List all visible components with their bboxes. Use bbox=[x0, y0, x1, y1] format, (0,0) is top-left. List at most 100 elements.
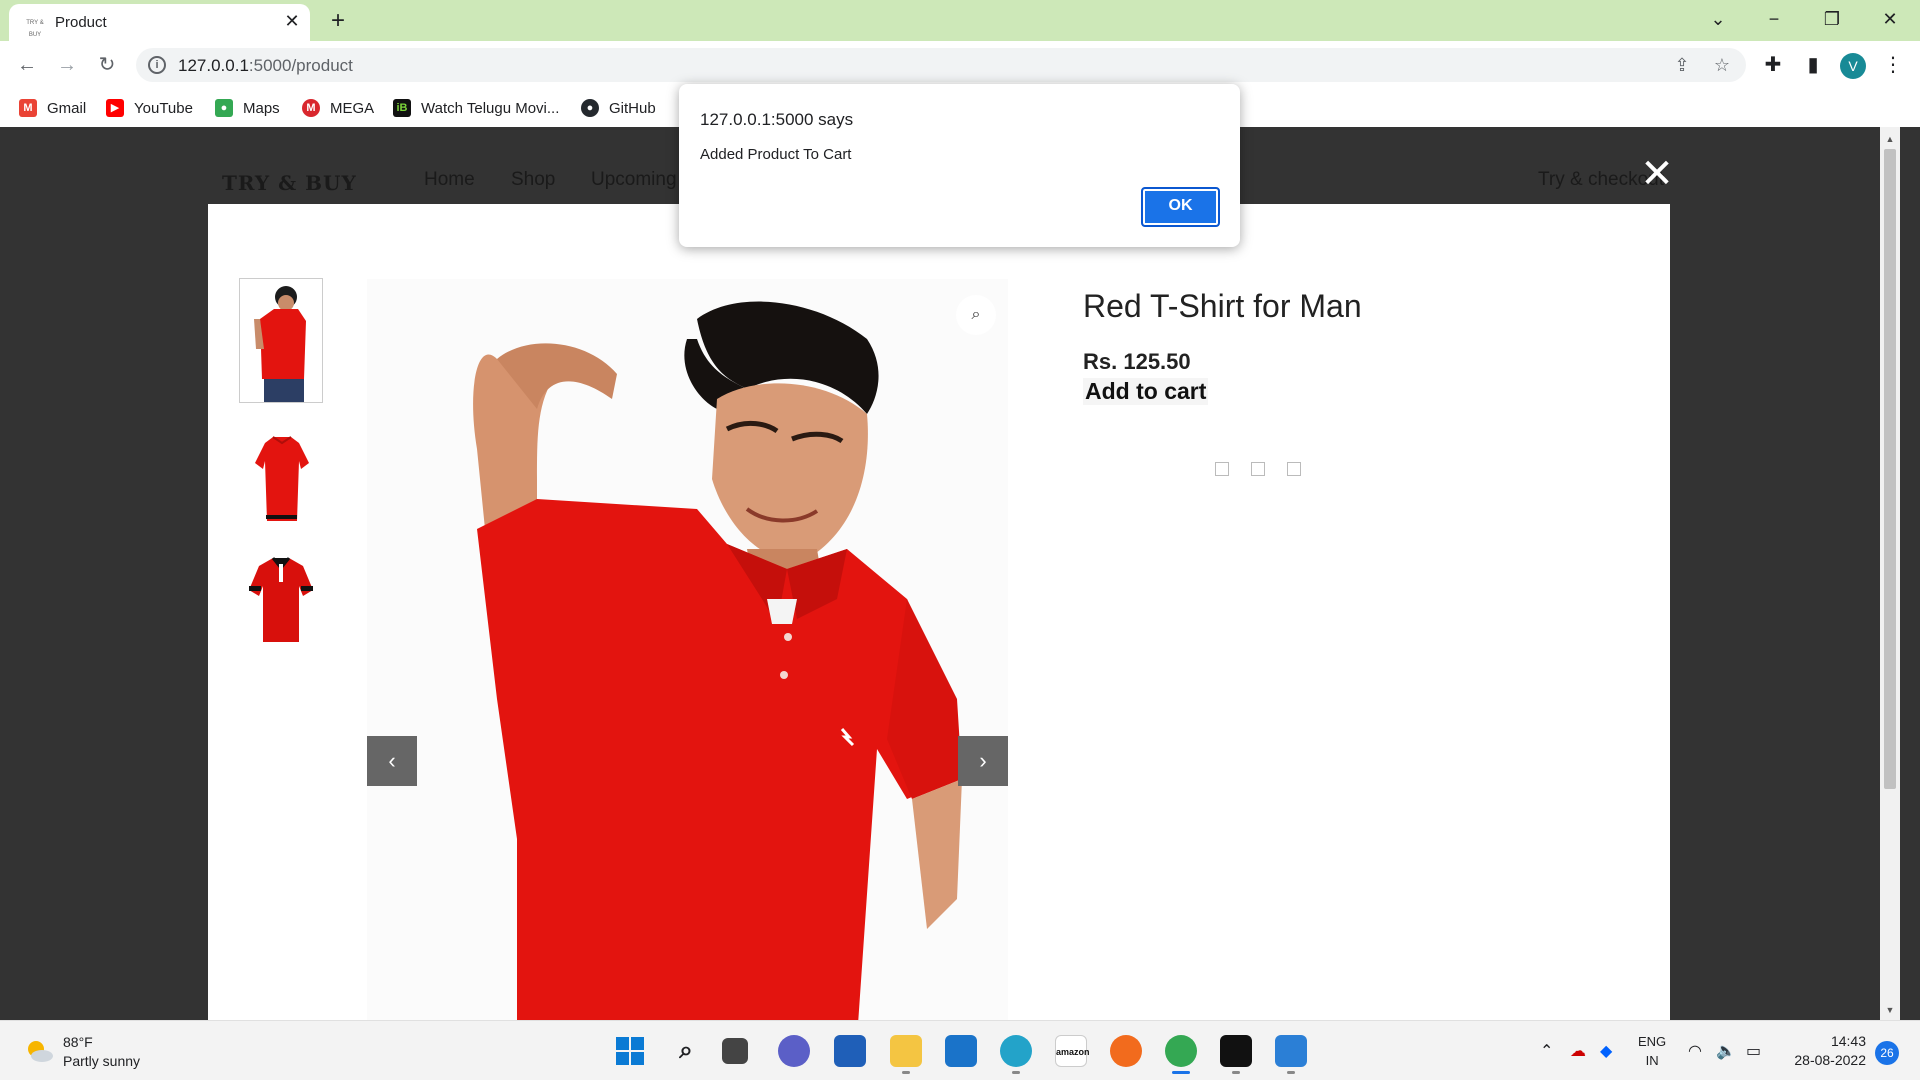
modal-close-icon[interactable]: ✕ bbox=[1640, 154, 1674, 194]
weather-description[interactable]: Partly sunny bbox=[63, 1053, 140, 1069]
product-price: Rs. 125.50 bbox=[1083, 349, 1191, 374]
share-facebook-icon[interactable] bbox=[1215, 462, 1229, 476]
clock-time: 14:43 bbox=[1830, 1033, 1866, 1049]
search-icon[interactable]: ⌕ bbox=[670, 1035, 702, 1067]
scrollbar-thumb[interactable] bbox=[1884, 149, 1896, 789]
tab-strip: TRY & BUY Product ✕ + ⌄ − ❐ ✕ bbox=[0, 0, 1920, 41]
product-thumbnail-1[interactable] bbox=[239, 278, 323, 403]
bookmark-label: MEGA bbox=[330, 99, 375, 117]
chrome-icon[interactable] bbox=[1165, 1035, 1197, 1067]
clock-date: 28-08-2022 bbox=[1794, 1052, 1866, 1068]
firefox-icon[interactable] bbox=[1110, 1035, 1142, 1067]
gmail-icon: M bbox=[19, 99, 37, 117]
product-thumbnail-3[interactable] bbox=[239, 524, 323, 649]
lang-code: ENG bbox=[1638, 1034, 1667, 1049]
bookmark-telugu-movies[interactable]: iB Watch Telugu Movi... bbox=[393, 97, 559, 119]
share-twitter-icon[interactable] bbox=[1251, 462, 1265, 476]
maps-icon: ● bbox=[215, 99, 233, 117]
address-bar[interactable]: i 127.0.0.1:5000/product ⇪ ☆ bbox=[136, 48, 1746, 82]
running-indicator bbox=[1012, 1071, 1020, 1074]
url-text: 127.0.0.1:5000/product bbox=[178, 56, 353, 76]
profile-avatar[interactable]: V bbox=[1840, 53, 1866, 79]
alert-message: Added Product To Cart bbox=[700, 146, 852, 163]
bookmark-gmail[interactable]: M Gmail bbox=[19, 97, 86, 119]
partly-sunny-icon[interactable] bbox=[24, 1037, 54, 1065]
zoom-icon[interactable]: ⌕ bbox=[956, 295, 996, 335]
bookmark-youtube[interactable]: ▶ YouTube bbox=[106, 97, 193, 119]
mail-icon[interactable] bbox=[945, 1035, 977, 1067]
windows-taskbar: 88°F Partly sunny ⌕ amazon ⌃ ☁ ◆ ENG IN … bbox=[0, 1020, 1920, 1080]
alert-ok-button[interactable]: OK bbox=[1141, 187, 1220, 227]
alert-title: 127.0.0.1:5000 says bbox=[700, 110, 854, 129]
model-red-tshirt-image bbox=[367, 279, 1008, 1020]
scroll-down-arrow-icon[interactable]: ▼ bbox=[1880, 1000, 1900, 1020]
active-indicator bbox=[1172, 1071, 1190, 1074]
running-indicator bbox=[902, 1071, 910, 1074]
ibomma-icon: iB bbox=[393, 99, 411, 117]
tab-close-icon[interactable]: ✕ bbox=[281, 10, 303, 32]
product-main-image: ⌕ ‹ › bbox=[367, 279, 1008, 1020]
add-to-cart-button[interactable]: Add to cart bbox=[1083, 378, 1209, 405]
back-button[interactable]: ← bbox=[12, 50, 42, 80]
javascript-alert-dialog: 127.0.0.1:5000 says Added Product To Car… bbox=[679, 84, 1240, 247]
wifi-icon[interactable]: ◠ bbox=[1688, 1041, 1702, 1061]
side-panel-icon[interactable]: ▮ bbox=[1798, 50, 1828, 80]
tab-favicon-icon: TRY & BUY bbox=[26, 20, 44, 38]
photos-icon[interactable] bbox=[1275, 1035, 1307, 1067]
site-info-icon[interactable]: i bbox=[148, 56, 166, 74]
bookmark-star-icon[interactable]: ☆ bbox=[1710, 54, 1734, 76]
new-tab-button[interactable]: + bbox=[324, 7, 352, 35]
bookmark-label: GitHub bbox=[609, 99, 656, 117]
minimize-button[interactable]: − bbox=[1752, 4, 1796, 34]
system-clock[interactable]: 14:43 28-08-2022 bbox=[1784, 1032, 1866, 1070]
bookmark-label: Watch Telugu Movi... bbox=[421, 99, 560, 117]
bookmark-label: YouTube bbox=[134, 99, 193, 117]
product-quickview-modal: ⌕ ‹ › Red T-Shirt for Man Rs. 125.50 Add… bbox=[208, 204, 1670, 1020]
thumbnail-shirt-back-image bbox=[239, 403, 323, 528]
input-language[interactable]: ENG IN bbox=[1638, 1032, 1666, 1070]
terminal-icon[interactable] bbox=[1220, 1035, 1252, 1067]
task-view-icon[interactable] bbox=[722, 1038, 748, 1064]
forward-button[interactable]: → bbox=[52, 50, 82, 80]
weather-temperature[interactable]: 88°F bbox=[63, 1034, 93, 1050]
share-pinterest-icon[interactable] bbox=[1287, 462, 1301, 476]
volume-icon[interactable]: 🔈 bbox=[1716, 1041, 1736, 1061]
url-path: :5000/product bbox=[248, 56, 353, 75]
cloud-offline-icon[interactable]: ☁ bbox=[1570, 1041, 1586, 1061]
extensions-icon[interactable]: ✚ bbox=[1758, 50, 1788, 80]
lang-region: IN bbox=[1645, 1053, 1659, 1068]
running-indicator bbox=[1287, 1071, 1295, 1074]
show-hidden-icons-icon[interactable]: ⌃ bbox=[1540, 1041, 1553, 1061]
edge-icon[interactable] bbox=[1000, 1035, 1032, 1067]
battery-icon[interactable]: ▭ bbox=[1746, 1041, 1761, 1061]
browser-toolbar: ← → ↻ i 127.0.0.1:5000/product ⇪ ☆ ✚ ▮ V… bbox=[0, 41, 1920, 89]
teams-chat-icon[interactable] bbox=[778, 1035, 810, 1067]
menu-kebab-icon[interactable]: ⋮ bbox=[1878, 50, 1908, 80]
product-title: Red T-Shirt for Man bbox=[1083, 288, 1362, 324]
restore-button[interactable]: ❐ bbox=[1810, 4, 1854, 34]
thumbnail-shirt-collar-image bbox=[239, 524, 323, 649]
tab-search-icon[interactable]: ⌄ bbox=[1696, 4, 1740, 34]
reload-button[interactable]: ↻ bbox=[92, 50, 122, 80]
scroll-up-arrow-icon[interactable]: ▲ bbox=[1880, 129, 1900, 149]
prev-slide-button[interactable]: ‹ bbox=[367, 736, 417, 786]
product-thumbnail-2[interactable] bbox=[239, 403, 323, 528]
windows-start-icon[interactable] bbox=[614, 1035, 646, 1067]
dropbox-icon[interactable]: ◆ bbox=[1600, 1041, 1612, 1061]
close-window-button[interactable]: ✕ bbox=[1868, 4, 1912, 34]
browser-tab[interactable]: TRY & BUY Product ✕ bbox=[9, 4, 310, 41]
bookmark-mega[interactable]: M MEGA bbox=[302, 97, 374, 119]
bookmark-label: Gmail bbox=[47, 99, 87, 117]
tab-title: Product bbox=[55, 14, 107, 31]
bookmark-github[interactable]: ● GitHub bbox=[581, 97, 656, 119]
share-icon[interactable]: ⇪ bbox=[1670, 54, 1694, 76]
notification-count-badge[interactable]: 26 bbox=[1875, 1041, 1899, 1065]
file-explorer-icon[interactable] bbox=[890, 1035, 922, 1067]
next-slide-button[interactable]: › bbox=[958, 736, 1008, 786]
amazon-icon[interactable]: amazon bbox=[1055, 1035, 1090, 1067]
bookmark-maps[interactable]: ● Maps bbox=[215, 97, 280, 119]
thumbnail-model-front-image bbox=[240, 279, 322, 402]
microsoft-store-icon[interactable] bbox=[834, 1035, 866, 1067]
youtube-icon: ▶ bbox=[106, 99, 124, 117]
mega-icon: M bbox=[302, 99, 320, 117]
